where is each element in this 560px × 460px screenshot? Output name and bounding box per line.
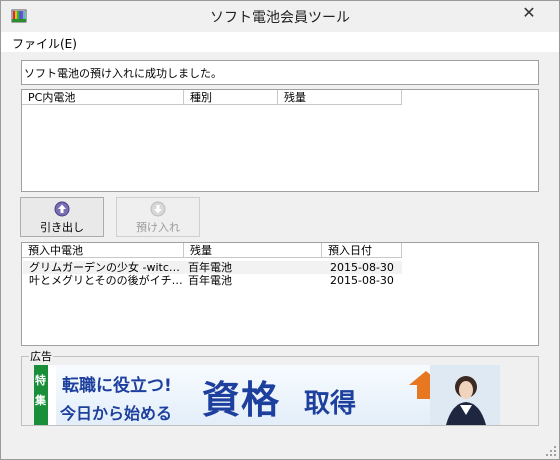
list-item[interactable]: グリムガーデンの少女 -witc… 百年電池 2015-08-30 (23, 261, 402, 274)
column-header-pc-battery[interactable]: PC内電池 (22, 90, 184, 105)
ad-group-label: 広告 (29, 348, 53, 364)
status-message: ソフト電池の預け入れに成功しました。 (21, 60, 539, 85)
ad-headline-1: 転職に役立つ! (62, 376, 172, 396)
deposit-date: 2015-08-30 (330, 261, 394, 274)
deposit-button[interactable]: 預け入れ (116, 197, 200, 237)
window-title: ソフト電池会員ツール (210, 10, 350, 26)
withdraw-button[interactable]: 引き出し (20, 197, 104, 237)
deposited-battery-list[interactable]: 預入中電池 残量 預入日付 グリムガーデンの少女 -witc… 百年電池 201… (21, 242, 539, 346)
deposit-label: 預け入れ (136, 221, 180, 234)
battery-remaining: 百年電池 (188, 274, 232, 287)
title-bar[interactable]: ソフト電池会員ツール ✕ (1, 1, 559, 32)
battery-name: 叶とメグリとそのの後がイチ… (29, 274, 183, 287)
arrow-up-circle-icon (54, 201, 70, 217)
menu-bar: ファイル(E) (1, 32, 559, 52)
pc-battery-list[interactable]: PC内電池 種別 残量 (21, 89, 539, 192)
ad-tag-text: 特集 (35, 374, 46, 407)
deposit-date: 2015-08-30 (330, 274, 394, 287)
column-header-deposited-battery[interactable]: 預入中電池 (22, 243, 184, 258)
app-window: ソフト電池会員ツール ✕ ファイル(E) ソフト電池の預け入れに成功しました。 … (0, 0, 560, 460)
resize-grip-icon[interactable] (545, 445, 557, 457)
ad-big-word-2: 取得 (304, 389, 357, 419)
deposit-list-header: 預入中電池 残量 預入日付 (22, 243, 538, 258)
list-item[interactable]: 叶とメグリとそのの後がイチ… 百年電池 2015-08-30 (23, 274, 402, 287)
withdraw-label: 引き出し (40, 221, 84, 234)
close-button[interactable]: ✕ (507, 1, 551, 25)
column-header-remaining[interactable]: 残量 (278, 90, 402, 105)
battery-remaining: 百年電池 (188, 261, 232, 274)
arrow-down-circle-icon (150, 201, 166, 217)
menu-file[interactable]: ファイル(E) (12, 35, 77, 52)
column-header-deposit-date[interactable]: 預入日付 (322, 243, 402, 258)
pc-list-header: PC内電池 種別 残量 (22, 90, 538, 105)
column-header-type[interactable]: 種別 (184, 90, 278, 105)
ad-big-word-1: 資格 (202, 378, 281, 422)
battery-name: グリムガーデンの少女 -witc… (29, 261, 180, 274)
column-header-remaining[interactable]: 残量 (184, 243, 322, 258)
ad-headline-2: 今日から始める (60, 404, 173, 423)
ad-banner[interactable]: 特集 転職に役立つ! 今日から始める 資格 取得 (34, 365, 500, 425)
